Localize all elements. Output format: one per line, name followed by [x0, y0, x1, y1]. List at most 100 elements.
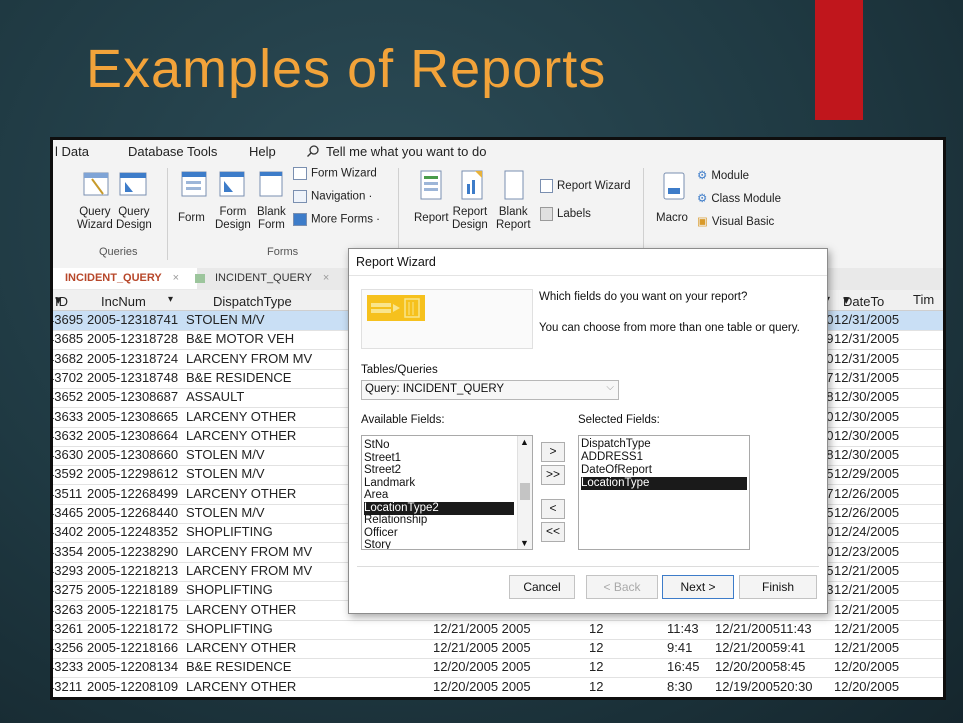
- table-cell: LARCENY FROM MV: [186, 350, 313, 366]
- table-cell: 2005-12308687: [87, 389, 179, 405]
- cancel-button[interactable]: Cancel: [509, 575, 575, 599]
- close-icon-2[interactable]: ×: [323, 272, 329, 284]
- available-field-item[interactable]: StNo: [364, 439, 514, 452]
- available-field-item[interactable]: Officer: [364, 527, 514, 540]
- table-cell: STOLEN M/V: [186, 312, 265, 327]
- form-wizard-button[interactable]: Form Wizard: [293, 167, 377, 180]
- access-screenshot: l Data Database Tools Help Tell me what …: [50, 137, 946, 700]
- table-cell: 12: [589, 698, 603, 700]
- report-design-button[interactable]: Report Design: [452, 206, 488, 232]
- tables-queries-select[interactable]: Query: INCIDENT_QUERY ⌵: [361, 380, 619, 400]
- report-wizard-button[interactable]: Report Wizard: [540, 179, 631, 193]
- table-row[interactable]: 43256 2005-12218166 LARCENY OTHER 12/21/200…: [53, 639, 943, 660]
- table-row[interactable]: 43261 2005-12218172 SHOPLIFTING 12/21/2005 …: [53, 620, 943, 640]
- available-field-item[interactable]: Relationship: [364, 514, 514, 527]
- chevron-down-icon-3: ⌵: [606, 382, 614, 393]
- form-button[interactable]: Form: [178, 212, 205, 225]
- available-field-item[interactable]: Area: [364, 489, 514, 502]
- selected-field-item[interactable]: LocationType: [581, 477, 747, 490]
- table-cell: 12/21/2005 2005: [433, 640, 531, 656]
- table-cell: 16:45: [667, 659, 700, 675]
- table-cell: 12/21/2005: [834, 640, 900, 656]
- chevron-down-icon[interactable]: ▾: [168, 294, 173, 305]
- tell-me-input[interactable]: Tell me what you want to do: [326, 144, 486, 159]
- table-cell: 12/20/2005: [834, 698, 899, 700]
- selected-field-item[interactable]: DispatchType: [581, 438, 747, 451]
- table-cell: 12/31/2005: [834, 350, 900, 366]
- selected-fields-list[interactable]: DispatchType ADDRESS1 DateOfReport Location…: [578, 435, 750, 550]
- menu-item-external-data[interactable]: l Data: [55, 144, 89, 159]
- move-one-button[interactable]: >: [541, 442, 565, 462]
- query-design-button[interactable]: Query Design: [116, 206, 152, 232]
- search-icon: [306, 144, 320, 161]
- table-cell: LARCENY FROM MV: [186, 562, 313, 578]
- blank-form-button[interactable]: Blank Form: [257, 206, 286, 232]
- query-wizard-icon: [83, 170, 111, 203]
- available-field-item[interactable]: LocationType2: [364, 501, 514, 515]
- available-field-item[interactable]: Landmark: [364, 477, 514, 490]
- column-header-id[interactable]: ID ▾: [55, 292, 68, 309]
- macro-button[interactable]: Macro: [656, 212, 688, 225]
- report-button[interactable]: Report: [414, 212, 449, 225]
- menu-item-database-tools[interactable]: Database Tools: [128, 144, 217, 159]
- class-module-button[interactable]: ⚙ Class Module: [697, 191, 781, 205]
- table-row[interactable]: 43211 2005-12208109 LARCENY OTHER 12/20/200…: [50, 678, 943, 697]
- more-forms-button[interactable]: More Forms ·: [293, 213, 380, 226]
- table-icon: [195, 273, 205, 283]
- table-row[interactable]: 43229 2005-12208129 LARCENY OTHER 12/20/200…: [53, 697, 943, 700]
- column-header-dispatch-label: DispatchType: [213, 294, 292, 309]
- table-cell: 2005-12308664: [87, 427, 179, 443]
- blank-report-button[interactable]: Blank Report: [496, 206, 531, 232]
- labels-button[interactable]: Labels: [540, 207, 591, 221]
- available-field-item[interactable]: Story: [364, 539, 514, 549]
- table-cell: 12/21/2005: [715, 620, 781, 636]
- query-wizard-button[interactable]: Query Wizard: [77, 206, 113, 232]
- next-button[interactable]: Next >: [662, 575, 734, 599]
- scroll-down-icon[interactable]: ▼: [520, 538, 529, 548]
- scrollbar[interactable]: ▲ ▼: [517, 436, 532, 549]
- tab-incident-query-active[interactable]: INCIDENT_QUERY ×: [53, 268, 197, 289]
- table-cell: 12/30/2005: [834, 408, 900, 424]
- table-cell: 43211: [50, 678, 83, 694]
- remove-one-button[interactable]: <: [541, 499, 565, 519]
- wizard-illustration: [361, 289, 533, 349]
- selected-field-item[interactable]: ADDRESS1: [581, 451, 747, 464]
- finish-button[interactable]: Finish: [739, 575, 817, 599]
- menu-item-help[interactable]: Help: [249, 144, 276, 159]
- table-cell: 43511: [50, 485, 83, 501]
- table-cell: 2005-12308665: [87, 408, 179, 424]
- table-cell: 2005-12248352: [87, 524, 179, 540]
- table-cell: 2005-12208129: [87, 698, 178, 700]
- form-design-button[interactable]: Form Design: [215, 206, 251, 232]
- navigation-button[interactable]: Navigation ·: [293, 190, 372, 203]
- query-wizard-label-2: Wizard: [77, 219, 113, 231]
- table-cell: 43652: [50, 389, 84, 405]
- scrollbar-thumb[interactable]: [520, 483, 530, 500]
- column-header-dateto[interactable]: DateTo ▾: [843, 292, 884, 309]
- report-icon: [420, 170, 444, 205]
- table-cell: 43402: [50, 524, 84, 540]
- table-cell: 43630: [50, 447, 84, 463]
- tab-label: INCIDENT_QUERY: [65, 272, 162, 284]
- available-field-item[interactable]: Street2: [364, 464, 514, 477]
- move-all-button[interactable]: >>: [541, 465, 565, 485]
- table-cell: 12/30/2005: [834, 447, 900, 463]
- table-row[interactable]: 43233 2005-12208134 B&E RESIDENCE 12/20/200…: [53, 658, 943, 679]
- visual-basic-button[interactable]: ▣ Visual Basic: [697, 214, 774, 228]
- selected-field-item[interactable]: DateOfReport: [581, 464, 747, 477]
- slide-title: Examples of Reports: [86, 39, 607, 99]
- available-fields-list[interactable]: StNo Street1 Street2 Landmark Area LocationTy…: [361, 435, 533, 550]
- table-cell: 12/31/2005: [834, 369, 900, 385]
- table-cell: 12/20/2005: [834, 678, 900, 694]
- close-icon[interactable]: ×: [173, 272, 179, 284]
- tab-incident-query[interactable]: INCIDENT_QUERY ×: [189, 268, 345, 289]
- remove-all-button[interactable]: <<: [541, 522, 565, 542]
- report-wizard-label: Report Wizard: [557, 180, 631, 193]
- module-button[interactable]: ⚙ Module: [697, 168, 749, 182]
- column-header-time[interactable]: Tim: [913, 292, 934, 307]
- table-cell: SHOPLIFTING: [186, 620, 273, 636]
- scroll-up-icon[interactable]: ▲: [520, 437, 529, 447]
- tab-label-2: INCIDENT_QUERY: [215, 272, 312, 284]
- back-button[interactable]: < Back: [586, 575, 658, 599]
- available-field-item[interactable]: Street1: [364, 452, 514, 465]
